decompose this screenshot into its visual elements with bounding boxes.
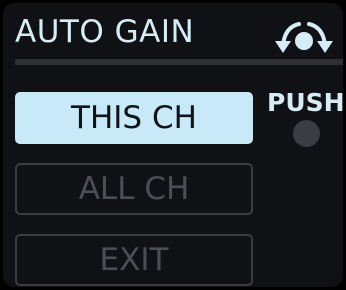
header-divider [15,59,343,65]
exit-button[interactable]: EXIT [15,234,253,286]
screen-title: AUTO GAIN [15,14,195,50]
push-label: PUSH [267,88,345,117]
rotate-encoder-icon [275,22,333,53]
this-channel-button[interactable]: THIS CH [15,92,253,144]
all-channels-button[interactable]: ALL CH [15,163,253,215]
auto-gain-screen: AUTO GAIN THIS CH ALL CH EXIT PUSH [0,0,346,290]
push-button-icon [293,120,320,147]
